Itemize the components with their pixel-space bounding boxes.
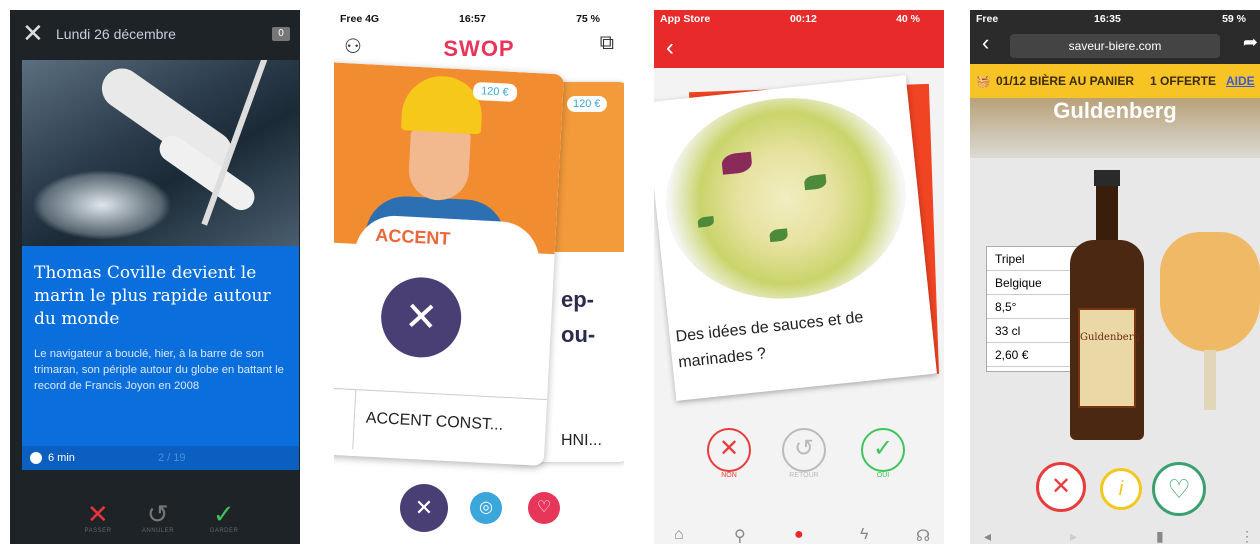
news-app-screen: ✕ Lundi 26 décembre 0 Thomas Coville dev… [10,10,300,544]
cross-icon: ✕ [707,428,751,472]
status-bar: App Store 00:12 40 % [654,10,944,28]
bottle-label: Guldenberg [1078,308,1140,408]
carrier: Free 4G [340,13,380,25]
back-icon[interactable]: ‹ [666,34,674,62]
reject-button[interactable]: ✕ [400,484,448,532]
news-card[interactable]: Thomas Coville devient le marin le plus … [22,246,299,454]
keep-label: GARDER [209,528,239,534]
browser-back-icon[interactable]: ◂ [984,528,991,544]
undo-label: ANNULER [141,528,175,534]
cross-icon: ✕ [86,499,110,529]
undo-button[interactable]: ↺ ANNULER [128,500,188,534]
check-icon: ✓ [212,499,236,529]
news-date: Lundi 26 décembre [56,26,176,42]
read-duration: 6 min [48,452,75,464]
job-title-line2: ou- [561,322,596,347]
battery-level: 75 % [576,13,600,25]
nav-bar: ‹ [654,28,944,68]
undo-icon: ↺ [146,499,170,529]
water-spray [32,170,172,240]
close-icon[interactable]: ✕ [22,20,44,46]
company-logo: ACCENT [374,224,451,249]
yes-label: OUI [876,472,890,479]
battery-level: 40 % [896,13,920,25]
carrier: Free [976,13,999,25]
news-header: ✕ Lundi 26 décembre 0 [10,10,300,58]
beer-name: Guldenberg [1053,98,1177,123]
info-button[interactable]: ◎ [470,492,502,524]
carrier: App Store [660,13,711,25]
recipe-caption: Des idées de sauces et de marinades ? [674,308,865,372]
trimaran-hull [94,60,240,180]
news-description: Le navigateur a bouclé, hier, à la barre… [34,348,284,392]
share-icon[interactable]: ➦ [1243,32,1258,53]
company-name: HNI... [561,432,602,449]
back-icon[interactable]: ‹ [982,30,989,56]
job-card-front[interactable]: 120 € ACCENT ✕ m ACCENT CONST... [334,61,565,467]
recipe-card[interactable]: Des idées de sauces et de marinades ? [654,75,937,401]
back-button[interactable]: ↺ RETOUR [779,428,829,479]
undo-icon: ↺ [782,428,826,472]
beer-bottle: Guldenberg [1070,170,1144,440]
status-bar: Free 4G 16:57 75 % [334,10,624,28]
profile-icon[interactable]: ☊ [916,526,930,544]
pass-button[interactable]: ✕ PASSER [68,500,128,534]
recipe-app-screen: App Store 00:12 40 % ‹ Des idées de sauc… [654,10,944,544]
dish-photo [656,86,916,311]
swop-header: ⚇ SWOP ⧉ [334,28,624,68]
job-title-line1: ep- [561,287,594,312]
cart-bar: 🧺 01/12 BIÈRE AU PANIER 1 OFFERTE AIDE [970,64,1260,98]
menu-icon[interactable]: ⋮ [1240,528,1254,544]
battery-level: 59 % [1222,13,1246,25]
bookmark-icon[interactable]: ▮ [1156,528,1164,544]
news-meta: 6 min 2 / 19 [22,446,299,470]
back-label: RETOUR [789,472,819,479]
page-indicator: 2 / 19 [158,452,186,464]
browser-bar: ‹ saveur-biere.com ➦ [970,28,1260,64]
like-button[interactable]: ♡ [528,492,560,524]
browser-forward-icon[interactable]: ▸ [1070,528,1077,544]
cart-count: 01/12 BIÈRE AU PANIER [996,74,1135,88]
like-button[interactable]: ♡ [1152,462,1206,516]
swop-logo: SWOP [443,36,515,61]
home-icon[interactable]: ⌂ [674,526,684,544]
folder-badge[interactable]: 0 [272,27,290,41]
url-field[interactable]: saveur-biere.com [1010,34,1220,58]
beer-header: Guldenberg [970,98,1260,158]
info-button[interactable]: i [1100,468,1142,510]
check-icon: ✓ [861,428,905,472]
dislike-button[interactable]: ✕ [1036,462,1086,512]
clock-time: 00:12 [790,13,817,25]
clock-time: 16:35 [1094,13,1121,25]
bolt-icon[interactable]: ϟ [860,526,868,544]
keep-button[interactable]: ✓ GARDER [194,500,254,534]
offer-label: 1 OFFERTE [1150,74,1217,88]
swop-app-screen: Free 4G 16:57 75 % ⚇ SWOP ⧉ 120 € ep- ou… [334,10,624,544]
beer-glass [1160,232,1260,422]
pass-label: PASSER [84,528,112,534]
company-name: ACCENT CONST... [365,409,504,434]
helmet-icon [400,74,484,135]
swipe-tab-icon[interactable]: ● [794,526,804,544]
basket-icon: 🧺 [976,74,991,88]
help-link[interactable]: AIDE [1226,74,1255,88]
beer-shop-screen: Free 16:35 59 % ‹ saveur-biere.com ➦ 🧺 0… [970,10,1260,544]
search-icon[interactable]: ⚲ [734,526,746,544]
salary-badge: 120 € [472,81,518,103]
no-button[interactable]: ✕ NON [704,428,754,479]
yes-button[interactable]: ✓ OUI [858,428,908,479]
news-title: Thomas Coville devient le marin le plus … [34,263,271,329]
clock-time: 16:57 [459,13,486,25]
no-label: NON [721,472,737,479]
status-bar: Free 16:35 59 % [970,10,1260,28]
cards-icon[interactable]: ⧉ [600,32,614,55]
salary-badge: 120 € [567,96,607,112]
clock-icon [30,452,42,464]
news-photo [22,60,299,246]
